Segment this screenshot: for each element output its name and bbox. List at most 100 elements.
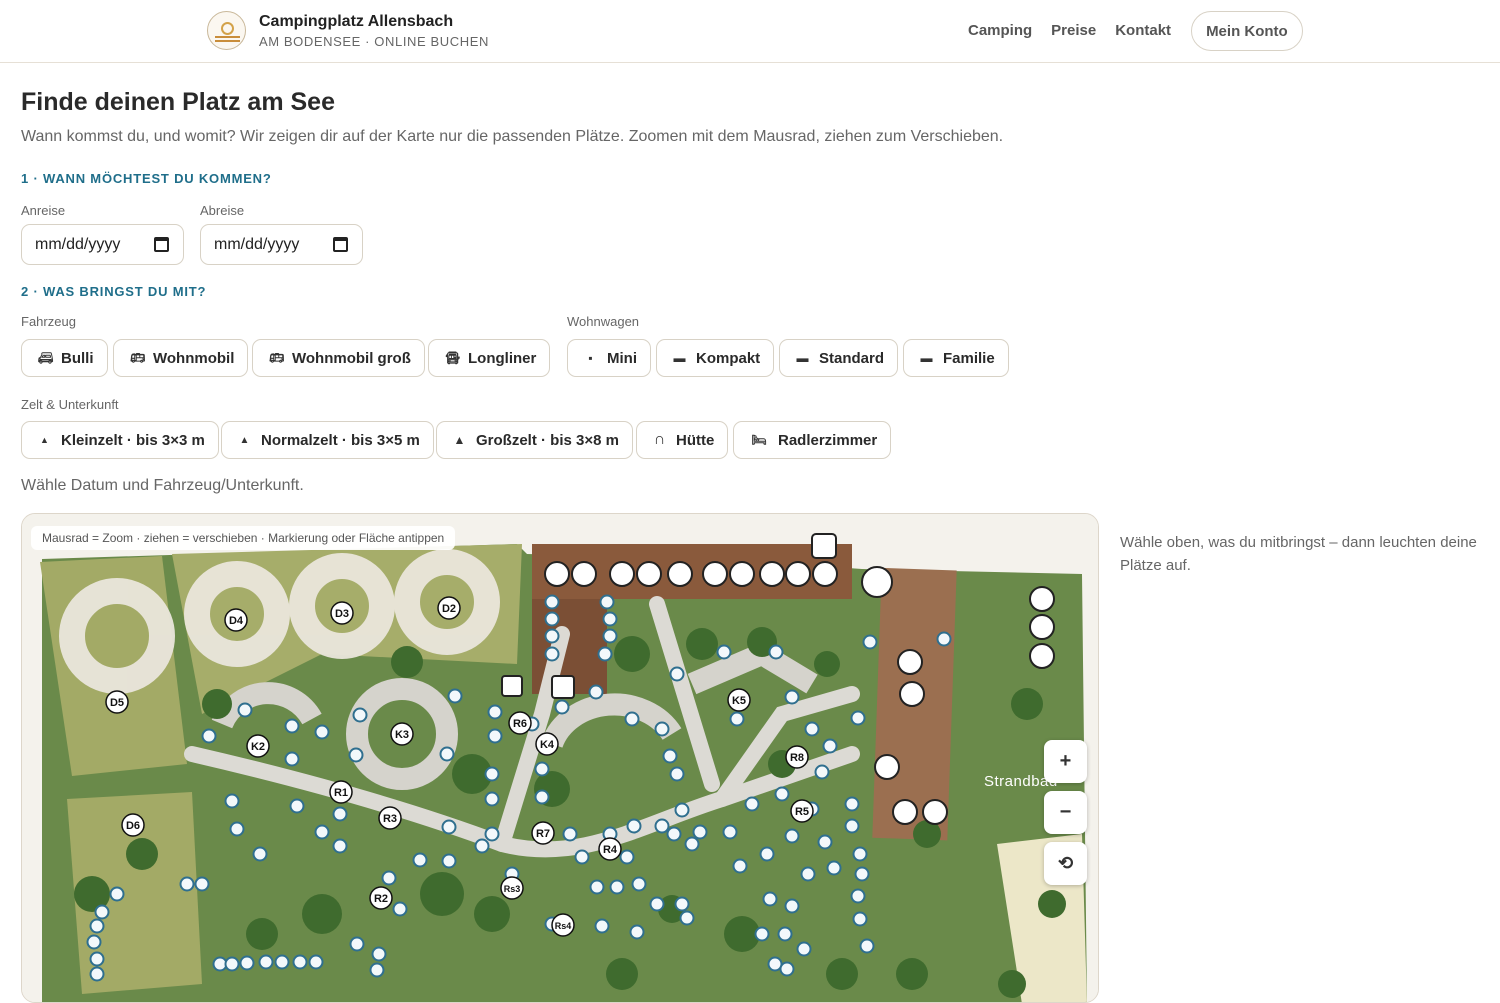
site-marker[interactable] [692, 824, 708, 840]
zone-label-k3[interactable]: K3 [390, 722, 414, 746]
site-marker[interactable] [602, 611, 618, 627]
site-marker[interactable] [308, 954, 324, 970]
site-marker[interactable] [484, 826, 500, 842]
site-marker[interactable] [777, 926, 793, 942]
site-marker[interactable] [239, 955, 255, 971]
site-marker[interactable] [716, 644, 732, 660]
site-marker[interactable] [289, 798, 305, 814]
site-marker[interactable] [854, 866, 870, 882]
chip-normalzelt[interactable]: ▲ Normalzelt · bis 3×5 m [221, 421, 434, 459]
zone-label-r1[interactable]: R1 [329, 780, 353, 804]
site-marker[interactable] [554, 699, 570, 715]
chip-standard[interactable]: ▬ Standard [779, 339, 899, 377]
zone-label-d2[interactable]: D2 [437, 596, 461, 620]
chip-familie[interactable]: ▬ Familie [903, 339, 1009, 377]
site-marker[interactable] [759, 846, 775, 862]
site-marker[interactable] [439, 746, 455, 762]
site-marker[interactable] [562, 826, 578, 842]
site-marker[interactable] [258, 954, 274, 970]
site-marker[interactable] [762, 891, 778, 907]
chip-bulli[interactable]: 🚐︎ Bulli [21, 339, 108, 377]
site-marker[interactable] [544, 646, 560, 662]
site-marker[interactable] [602, 628, 618, 644]
site-marker[interactable] [936, 631, 952, 647]
site-marker[interactable] [441, 819, 457, 835]
site-marker[interactable] [796, 941, 812, 957]
site-marker[interactable] [649, 896, 665, 912]
zone-label-r5[interactable]: R5 [790, 799, 814, 823]
site-marker[interactable] [684, 836, 700, 852]
site-marker[interactable] [679, 910, 695, 926]
site-marker[interactable] [392, 901, 408, 917]
site-marker[interactable] [109, 886, 125, 902]
site-marker[interactable] [544, 611, 560, 627]
nav-kontakt[interactable]: Kontakt [1115, 11, 1171, 51]
site-marker[interactable] [484, 791, 500, 807]
departure-date-input[interactable]: mm/dd/yyyy [200, 224, 363, 265]
chip-grosszelt[interactable]: ▲ Großzelt · bis 3×8 m [436, 421, 633, 459]
site-marker[interactable] [179, 876, 195, 892]
site-marker[interactable] [534, 761, 550, 777]
site-marker[interactable] [629, 924, 645, 940]
site-marker[interactable] [662, 748, 678, 764]
site-marker[interactable] [862, 634, 878, 650]
zoom-in-button[interactable]: + [1044, 740, 1087, 783]
site-marker[interactable] [201, 728, 217, 744]
site-marker[interactable] [817, 834, 833, 850]
site-marker[interactable] [844, 818, 860, 834]
site-marker[interactable] [574, 849, 590, 865]
zone-label-k2[interactable]: K2 [246, 734, 270, 758]
map-canvas[interactable]: D5 D4 D3 D2 D6 K2 K3 K4 K5 R1 R2 R3 R4 R5 R6 R7 R8 Rs3 Rs4 [22, 514, 1099, 1003]
site-marker[interactable] [86, 934, 102, 950]
site-marker[interactable] [544, 594, 560, 610]
site-marker[interactable] [352, 707, 368, 723]
zone-label-rs4[interactable]: Rs4 [551, 913, 575, 937]
site-marker[interactable] [544, 628, 560, 644]
brand[interactable]: Campingplatz Allensbach AM BODENSEE · ON… [207, 11, 489, 50]
site-marker[interactable] [732, 858, 748, 874]
site-marker[interactable] [274, 954, 290, 970]
site-marker[interactable] [844, 796, 860, 812]
chip-kompakt[interactable]: ▬ Kompakt [656, 339, 775, 377]
site-marker[interactable] [224, 956, 240, 972]
site-marker[interactable] [599, 594, 615, 610]
site-marker[interactable] [412, 852, 428, 868]
site-marker[interactable] [624, 711, 640, 727]
site-marker[interactable] [369, 962, 385, 978]
nav-camping[interactable]: Camping [968, 11, 1032, 51]
site-marker[interactable] [666, 826, 682, 842]
site-marker[interactable] [371, 946, 387, 962]
site-marker[interactable] [94, 904, 110, 920]
site-marker[interactable] [292, 954, 308, 970]
zone-label-r4[interactable]: R4 [598, 837, 622, 861]
site-marker[interactable] [744, 796, 760, 812]
nav-preise[interactable]: Preise [1051, 11, 1096, 51]
chip-kleinzelt[interactable]: ▲ Kleinzelt · bis 3×3 m [21, 421, 219, 459]
site-marker[interactable] [484, 766, 500, 782]
campsite-map[interactable]: D5 D4 D3 D2 D6 K2 K3 K4 K5 R1 R2 R3 R4 R5 R6 R7 R8 Rs3 Rs4… [21, 513, 1099, 1003]
site-marker[interactable] [229, 821, 245, 837]
site-marker[interactable] [804, 721, 820, 737]
chip-huette[interactable]: ∩ Hütte [636, 421, 729, 459]
site-marker[interactable] [594, 918, 610, 934]
site-marker[interactable] [822, 738, 838, 754]
calendar-icon[interactable] [333, 237, 348, 252]
site-marker[interactable] [852, 911, 868, 927]
site-marker[interactable] [589, 879, 605, 895]
site-marker[interactable] [779, 961, 795, 977]
site-marker[interactable] [674, 896, 690, 912]
site-marker[interactable] [381, 870, 397, 886]
zone-label-r8[interactable]: R8 [785, 745, 809, 769]
site-marker[interactable] [349, 936, 365, 952]
site-marker[interactable] [534, 789, 550, 805]
site-marker[interactable] [722, 824, 738, 840]
site-marker[interactable] [631, 876, 647, 892]
zone-label-d6[interactable]: D6 [121, 813, 145, 837]
site-marker[interactable] [826, 860, 842, 876]
site-marker[interactable] [850, 710, 866, 726]
site-marker[interactable] [588, 684, 604, 700]
site-marker[interactable] [774, 786, 790, 802]
site-marker[interactable] [447, 688, 463, 704]
site-marker[interactable] [784, 898, 800, 914]
site-marker[interactable] [89, 918, 105, 934]
